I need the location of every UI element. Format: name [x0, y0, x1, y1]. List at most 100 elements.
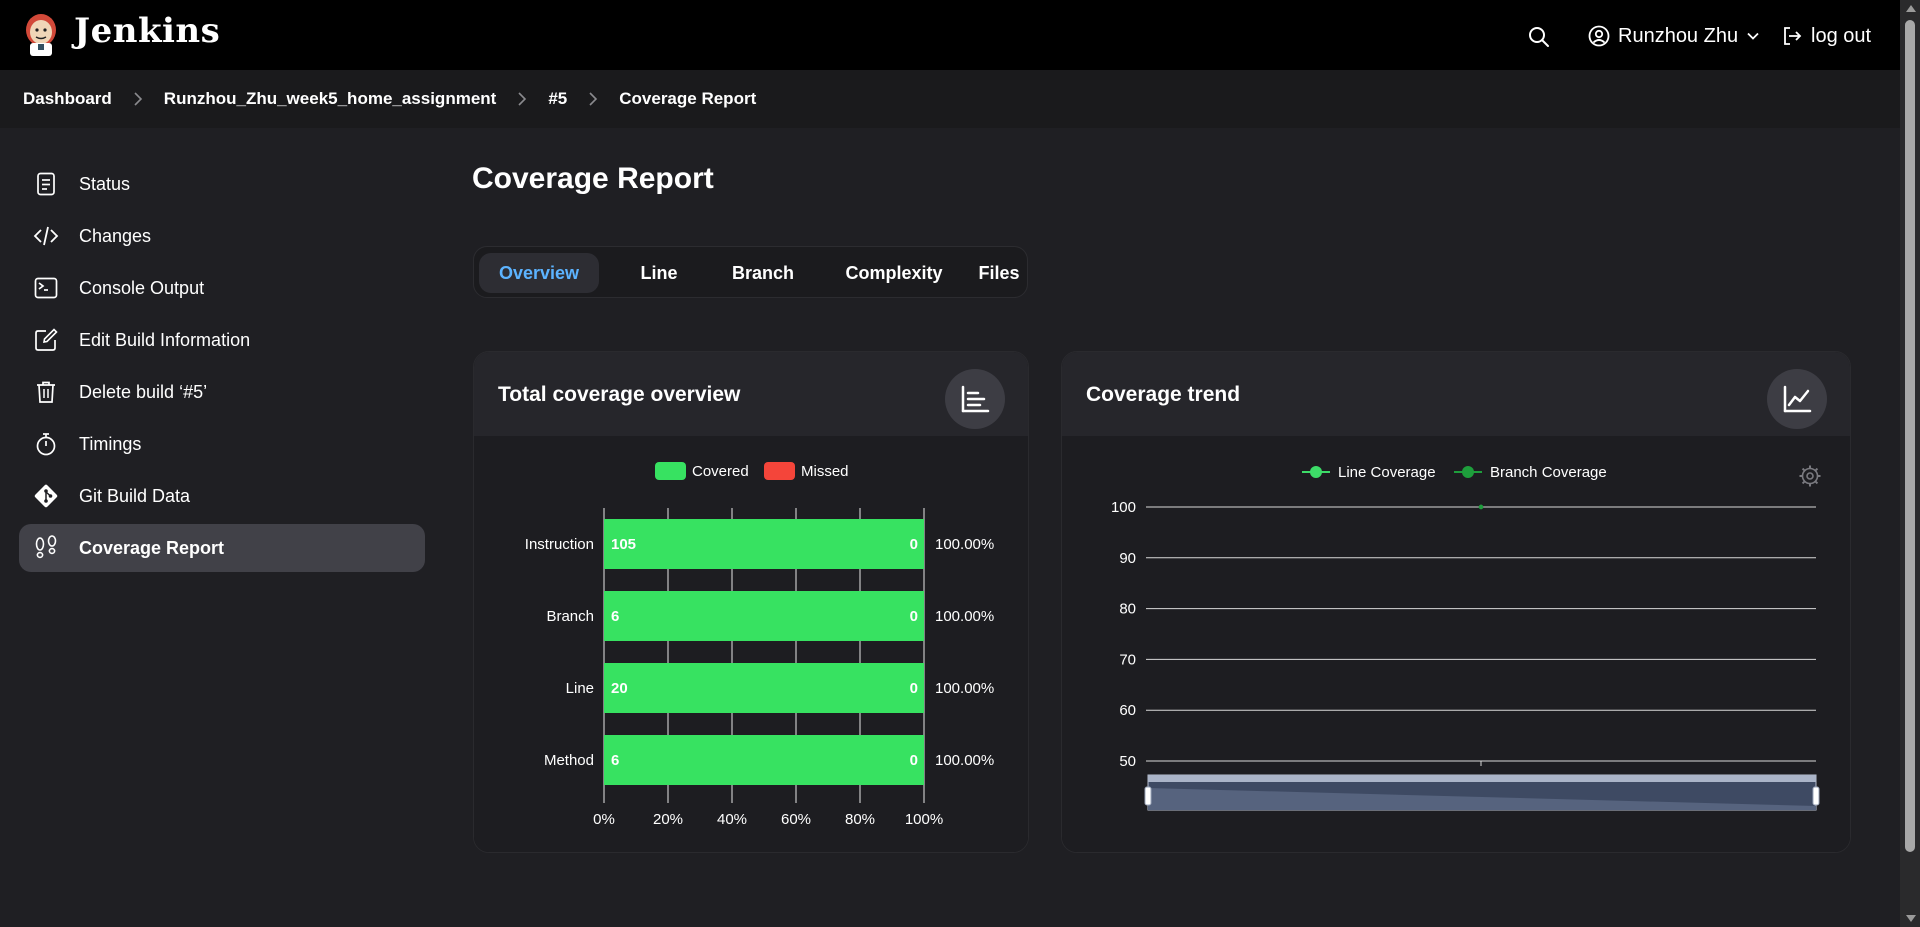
legend-label-covered: Covered — [692, 463, 749, 480]
sidebar-item-status[interactable]: Status — [19, 160, 425, 208]
card-header: Total coverage overview — [474, 352, 1028, 436]
y-tick-label: 90 — [1119, 550, 1136, 567]
line-chart-icon[interactable] — [1767, 369, 1827, 429]
sidebar-item-label: Status — [79, 173, 131, 194]
tab-line[interactable]: Line — [614, 253, 704, 293]
legend-label-missed: Missed — [801, 463, 849, 480]
sidebar-item-label: Changes — [79, 225, 152, 246]
coverage-trend-chart: Line Coverage Branch Coverage 100 90 80 70 60 5… — [1111, 464, 1821, 811]
legend-label-line-coverage: Line Coverage — [1338, 464, 1436, 481]
sidebar-item-git-build-data[interactable]: Git Build Data — [19, 472, 425, 520]
scroll-thumb[interactable] — [1905, 20, 1915, 852]
git-icon — [33, 483, 59, 509]
bar-covered[interactable] — [604, 519, 924, 569]
bar-chart-icon[interactable] — [945, 369, 1005, 429]
logout-link[interactable]: log out — [1781, 22, 1871, 50]
sidebar-item-changes[interactable]: Changes — [19, 212, 425, 260]
zoom-handle-right[interactable] — [1812, 786, 1820, 806]
y-category-label: Method — [544, 752, 594, 769]
footsteps-icon — [33, 535, 59, 561]
trash-icon — [33, 379, 59, 405]
card-body: Line Coverage Branch Coverage 100 90 80 70 60 5… — [1062, 436, 1850, 852]
sidebar-item-delete-build[interactable]: Delete build ‘#5’ — [19, 368, 425, 416]
top-header: Jenkins Runzhou Zhu log out — [0, 0, 1900, 70]
bar-covered-label: 105 — [611, 536, 636, 553]
tab-files[interactable]: Files — [964, 253, 1034, 293]
coverage-trend-card: Coverage trend Line Coverage Branch Cover… — [1061, 351, 1851, 853]
y-tick-label: 100 — [1111, 499, 1136, 516]
tab-complexity[interactable]: Complexity — [819, 253, 969, 293]
sidebar-item-label: Timings — [79, 433, 142, 454]
card-title: Coverage trend — [1086, 383, 1241, 406]
bar-percent-label: 100.00% — [935, 536, 994, 553]
tab-overview[interactable]: Overview — [479, 253, 599, 293]
coverage-bar-chart: Covered Missed 0% 20% 40% 60% 80% 100% Instructi… — [525, 462, 994, 828]
sidebar-item-label: Console Output — [79, 277, 205, 298]
x-tick-label: 60% — [781, 811, 811, 828]
tab-bar: Overview Line Branch Complexity Files — [473, 246, 1028, 298]
data-point-branch-coverage[interactable] — [1478, 504, 1484, 510]
tab-branch[interactable]: Branch — [708, 253, 818, 293]
x-tick-label: 0% — [593, 811, 615, 828]
x-tick-label: 80% — [845, 811, 875, 828]
bar-covered[interactable] — [604, 591, 924, 641]
bar-missed-label: 0 — [910, 536, 918, 553]
gear-icon[interactable] — [1799, 465, 1821, 487]
bar-covered[interactable] — [604, 735, 924, 785]
card-title: Total coverage overview — [498, 383, 741, 406]
logout-icon — [1784, 27, 1802, 45]
page-title: Coverage Report — [472, 162, 714, 195]
breadcrumb-job[interactable]: Runzhou_Zhu_week5_home_assignment — [164, 89, 497, 109]
sidebar-item-console-output[interactable]: Console Output — [19, 264, 425, 312]
legend-marker-branch-coverage — [1462, 466, 1474, 478]
y-tick-label: 80 — [1119, 601, 1136, 618]
breadcrumb-build[interactable]: #5 — [548, 89, 567, 109]
chart-legend: Line Coverage Branch Coverage — [1302, 464, 1607, 481]
sidebar-item-label: Coverage Report — [79, 537, 225, 558]
x-tick-label: 20% — [653, 811, 683, 828]
breadcrumb-chevron-icon[interactable] — [508, 89, 536, 109]
bar-missed-label: 0 — [910, 608, 918, 625]
breadcrumb-chevron-icon[interactable] — [579, 89, 607, 109]
legend-marker-line-coverage — [1310, 466, 1322, 478]
search-icon[interactable] — [1527, 25, 1551, 49]
legend-swatch-covered[interactable] — [655, 462, 686, 480]
scroll-up-arrow-icon[interactable] — [1906, 5, 1916, 12]
bar-covered[interactable] — [604, 663, 924, 713]
bar-covered-label: 20 — [611, 680, 628, 697]
zoom-slider[interactable] — [1144, 774, 1820, 811]
breadcrumb-chevron-icon[interactable] — [124, 89, 152, 109]
bar-missed-label: 0 — [910, 752, 918, 769]
x-tick-label: 100% — [905, 811, 943, 828]
user-icon — [1588, 25, 1610, 47]
y-tick-label: 60 — [1119, 702, 1136, 719]
sidebar-item-timings[interactable]: Timings — [19, 420, 425, 468]
coverage-overview-card: Total coverage overview Covered Missed 0% 2… — [473, 351, 1029, 853]
brand-name[interactable]: Jenkins — [74, 11, 220, 51]
chart-legend: Covered Missed — [655, 462, 849, 480]
terminal-icon — [33, 275, 59, 301]
scroll-down-arrow-icon[interactable] — [1906, 915, 1916, 922]
zoom-handle-left[interactable] — [1144, 786, 1152, 806]
card-header: Coverage trend — [1062, 352, 1850, 436]
user-menu[interactable]: Runzhou Zhu — [1588, 22, 1760, 50]
jenkins-logo-icon[interactable] — [22, 13, 60, 57]
sidebar-item-label: Git Build Data — [79, 485, 191, 506]
breadcrumb-current[interactable]: Coverage Report — [619, 89, 756, 109]
sidebar-item-edit-build-information[interactable]: Edit Build Information — [19, 316, 425, 364]
y-category-label: Instruction — [525, 536, 594, 553]
breadcrumb-dashboard[interactable]: Dashboard — [23, 89, 112, 109]
bar-percent-label: 100.00% — [935, 608, 994, 625]
bar-percent-label: 100.00% — [935, 680, 994, 697]
edit-icon — [33, 327, 59, 353]
sidebar-item-coverage-report[interactable]: Coverage Report — [19, 524, 425, 572]
legend-label-branch-coverage: Branch Coverage — [1490, 464, 1607, 481]
zoom-slider-bar[interactable] — [1148, 775, 1816, 782]
sidebar: Status Changes Console Output Edit Build… — [19, 160, 425, 576]
bar-covered-label: 6 — [611, 752, 619, 769]
legend-swatch-missed[interactable] — [764, 462, 795, 480]
y-tick-label: 50 — [1119, 753, 1136, 770]
y-tick-label: 70 — [1119, 651, 1136, 668]
logout-label: log out — [1811, 24, 1872, 47]
page-scrollbar[interactable] — [1900, 0, 1920, 927]
